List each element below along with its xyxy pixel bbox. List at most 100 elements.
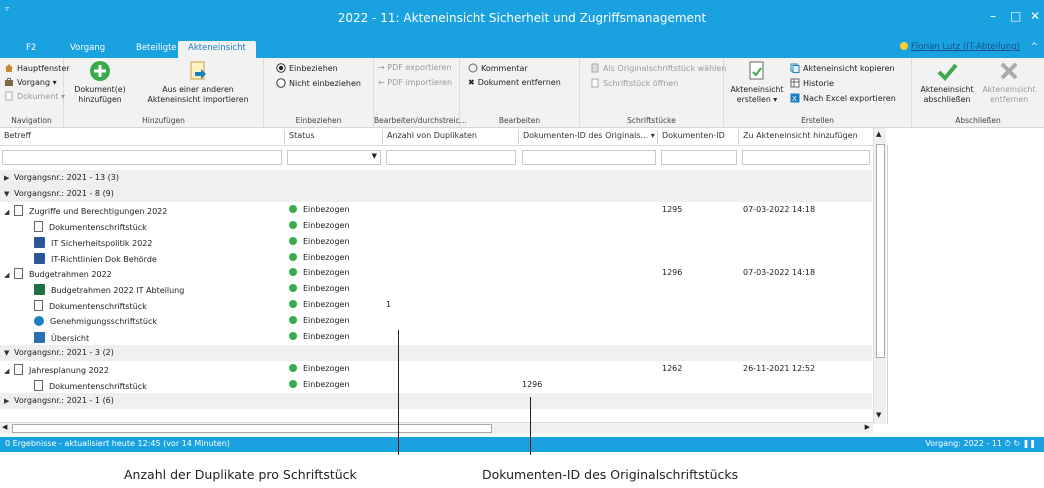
akteneinsicht-erstellen-button[interactable]: Akteneinsicht erstellen ▾	[726, 60, 788, 105]
title-bar: ▿ 2022 - 11: Akteneinsicht Sicherheit un…	[0, 0, 1044, 38]
column-separator[interactable]	[738, 130, 739, 144]
filter-dokumenten-id-input[interactable]	[661, 150, 737, 165]
maximize-button[interactable]: □	[1010, 9, 1021, 23]
schriftstueck-oeffnen-button[interactable]: Schriftstück öffnen	[590, 78, 678, 88]
tab-vorgang[interactable]: Vorgang	[60, 41, 115, 58]
tab-akteneinsicht[interactable]: Akteneinsicht	[178, 41, 256, 58]
akteneinsicht-kopieren-button[interactable]: Akteneinsicht kopieren	[790, 63, 895, 73]
betreff-text: Dokumentenschriftstück	[49, 222, 147, 232]
original-id-cell: 1296	[522, 379, 543, 389]
akteneinsicht-entfernen-button[interactable]: Akteneinsicht entfernen	[978, 60, 1040, 105]
filter-status-select[interactable]: ▼	[287, 150, 381, 165]
table-row[interactable]: IT-Richtlinien Dok Behörde Einbezogen	[0, 250, 872, 266]
pause-icon[interactable]: ❚❚	[1023, 439, 1036, 448]
user-account-link[interactable]: Florian Lutz (IT-Abteilung)	[899, 42, 1020, 52]
betreff-cell: Genehmigungsschriftstück	[34, 316, 157, 327]
status-cell: Einbezogen	[289, 220, 350, 230]
column-header-status[interactable]: Status	[289, 131, 315, 140]
table-row[interactable]: Übersicht Einbezogen	[0, 329, 872, 345]
historie-button[interactable]: Historie	[790, 78, 834, 88]
column-header-duplikate[interactable]: Anzahl von Duplikaten	[387, 131, 477, 140]
column-header-original-id[interactable]: Dokumenten-ID des Originals... ▾	[523, 131, 655, 140]
einbeziehen-radio[interactable]: Einbeziehen	[276, 63, 338, 73]
group-cell: ▼ Vorgangsnr.: 2021 - 3 (2)	[4, 348, 114, 357]
vorgang-dropdown[interactable]: Vorgang ▾	[4, 77, 57, 87]
betreff-cell: IT Sicherheitspolitik 2022	[34, 236, 152, 248]
column-header-hinzugefuegt[interactable]: Zu Akteneinsicht hinzufügen	[743, 131, 858, 140]
excel-export-button[interactable]: X Nach Excel exportieren	[790, 93, 896, 103]
collapse-icon[interactable]: ◢	[4, 208, 14, 216]
filter-duplikate-input[interactable]	[386, 150, 516, 165]
expand-icon[interactable]: ▶	[4, 174, 14, 182]
table-row[interactable]: Dokumentenschriftstück Einbezogen 1	[0, 297, 872, 313]
column-separator[interactable]	[382, 130, 383, 144]
status-dot-icon	[289, 220, 297, 229]
pdf-import-label: PDF importieren	[387, 78, 453, 87]
dokument-entfernen-button[interactable]: ✖ Dokument entfernen	[468, 78, 561, 87]
group-hinzufuegen: Dokument(e) hinzufügen Aus einer anderen…	[64, 58, 264, 128]
vertical-scroll-thumb[interactable]	[876, 144, 885, 358]
collapse-icon[interactable]: ◢	[4, 367, 14, 375]
home-icon	[5, 64, 13, 72]
timer-icon[interactable]: ⏱	[1005, 439, 1011, 448]
group-row[interactable]: ▶ Vorgangsnr.: 2021 - 1 (6)	[0, 392, 872, 409]
table-row[interactable]: Genehmigungsschriftstück Einbezogen	[0, 313, 872, 329]
import-akteneinsicht-button[interactable]: Aus einer anderen Akteneinsicht importie…	[136, 60, 260, 105]
group-row[interactable]: ▶ Vorgangsnr.: 2021 - 13 (3)	[0, 170, 872, 186]
tab-f2[interactable]: F2	[16, 41, 46, 58]
pdf-import-button[interactable]: ← PDF importieren	[378, 78, 452, 87]
akteneinsicht-abschliessen-button[interactable]: Akteneinsicht abschließen	[916, 60, 978, 105]
hauptfenster-button[interactable]: Hauptfenster	[4, 63, 70, 73]
status-dot-icon	[289, 316, 297, 325]
scroll-up-icon[interactable]: ▲	[876, 130, 881, 138]
table-row[interactable]: IT Sicherheitspolitik 2022 Einbezogen	[0, 234, 872, 250]
status-dot-icon	[289, 268, 297, 277]
dokumenten-id-cell: 1295	[662, 204, 683, 214]
table-row[interactable]: ◢ Budgetrahmen 2022 Einbezogen 1296 07-03-20…	[0, 265, 872, 281]
nicht-einbeziehen-radio[interactable]: Nicht einbeziehen	[276, 78, 361, 88]
table-row[interactable]: Dokumentenschriftstück Einbezogen	[0, 218, 872, 234]
status-cell: Einbezogen	[289, 204, 350, 214]
collapse-ribbon-icon[interactable]: ^	[1030, 42, 1038, 52]
column-separator[interactable]	[518, 130, 519, 144]
refresh-icon[interactable]: ↻	[1013, 439, 1020, 448]
collapse-icon[interactable]: ▼	[4, 190, 14, 198]
grid-header: Betreff Status Anzahl von Duplikaten Dok…	[0, 128, 888, 146]
column-header-dokumenten-id[interactable]: Dokumenten-ID	[662, 131, 725, 140]
expand-icon[interactable]: ▶	[4, 397, 14, 405]
scroll-right-icon[interactable]: ▶	[865, 423, 870, 431]
status-bar: 0 Ergebnisse - aktualisiert heute 12:45 …	[0, 437, 1044, 452]
kommentar-button[interactable]: Kommentar	[468, 63, 528, 73]
filter-betreff-input[interactable]	[2, 150, 282, 165]
betreff-cell: Dokumentenschriftstück	[34, 379, 147, 391]
schriftstueck-oeffnen-label: Schriftstück öffnen	[603, 79, 679, 88]
column-separator[interactable]	[284, 130, 285, 144]
status-cell: Einbezogen	[289, 316, 350, 325]
dokument-dropdown[interactable]: Dokument ▾	[4, 91, 65, 101]
vertical-scrollbar[interactable]: ▲ ▼	[873, 128, 886, 424]
close-button[interactable]: ✕	[1030, 9, 1040, 23]
filter-original-id-input[interactable]	[522, 150, 656, 165]
table-row[interactable]: Budgetrahmen 2022 IT Abteilung Einbezogen	[0, 281, 872, 297]
group-row[interactable]: ▼ Vorgangsnr.: 2021 - 8 (9)	[0, 185, 872, 202]
collapse-icon[interactable]: ▼	[4, 349, 14, 357]
minimize-button[interactable]: –	[990, 9, 996, 23]
horizontal-scrollbar[interactable]: ◀ ▶	[0, 422, 873, 434]
als-original-waehlen-button[interactable]: Als Originalschriftstück wählen	[590, 63, 726, 73]
column-header-betreff[interactable]: Betreff	[4, 131, 31, 140]
betreff-cell: Dokumentenschriftstück	[34, 300, 147, 312]
scroll-down-icon[interactable]: ▼	[876, 411, 881, 419]
group-row[interactable]: ▼ Vorgangsnr.: 2021 - 3 (2)	[0, 344, 872, 361]
table-row[interactable]: ◢ Zugriffe und Berechtigungen 2022 Einbezo…	[0, 202, 872, 218]
add-documents-button[interactable]: Dokument(e) hinzufügen	[66, 60, 134, 105]
table-row[interactable]: ◢ Jahresplanung 2022 Einbezogen 1262 26-11-2…	[0, 361, 872, 377]
pdf-export-button[interactable]: → PDF exportieren	[378, 63, 452, 72]
collapse-icon[interactable]: ◢	[4, 271, 14, 279]
column-separator[interactable]	[657, 130, 658, 144]
add-documents-label-1: Dokument(e)	[74, 85, 126, 94]
duplikate-cell: 1	[386, 300, 392, 310]
scroll-left-icon[interactable]: ◀	[2, 423, 7, 431]
table-row[interactable]: Dokumentenschriftstück Einbezogen 1296	[0, 377, 872, 393]
filter-hinzugefuegt-input[interactable]	[742, 150, 870, 165]
horizontal-scroll-thumb[interactable]	[12, 424, 492, 433]
